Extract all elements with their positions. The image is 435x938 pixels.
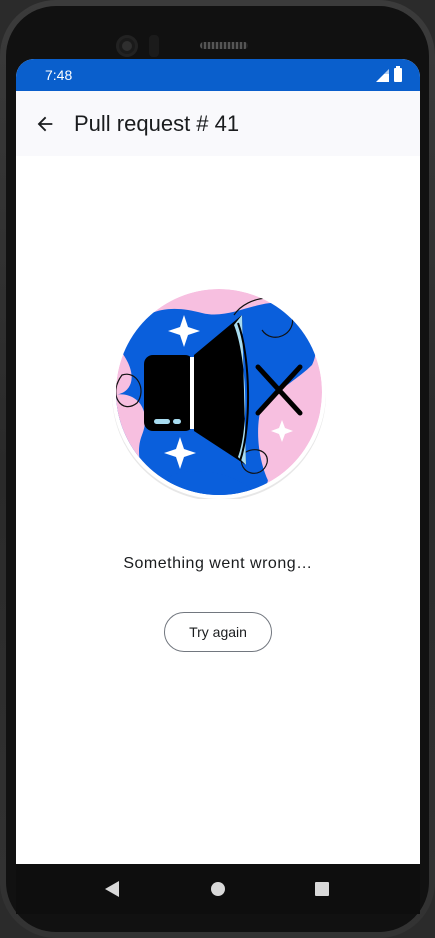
nav-recents-icon[interactable]	[315, 882, 329, 896]
battery-icon	[394, 66, 402, 82]
system-navigation-bar	[16, 864, 420, 914]
status-time: 7:48	[45, 67, 73, 83]
muted-speaker-illustration	[112, 285, 326, 499]
arrow-back-icon[interactable]	[34, 113, 56, 135]
proximity-sensor	[149, 35, 159, 57]
status-bar: 7:48	[16, 59, 420, 91]
page-title: Pull request # 41	[74, 111, 240, 136]
top-app-bar: Pull request # 41	[16, 91, 420, 156]
nav-home-icon[interactable]	[211, 882, 225, 896]
app-screen: 7:48 Pull request # 41 Something went wr…	[16, 59, 420, 864]
signal-icon	[376, 69, 389, 82]
front-camera	[116, 35, 138, 57]
error-message: Something went wrong…	[123, 555, 313, 572]
nav-back-icon[interactable]	[105, 881, 119, 897]
earpiece-speaker	[200, 42, 248, 49]
try-again-button[interactable]: Try again	[164, 612, 272, 652]
